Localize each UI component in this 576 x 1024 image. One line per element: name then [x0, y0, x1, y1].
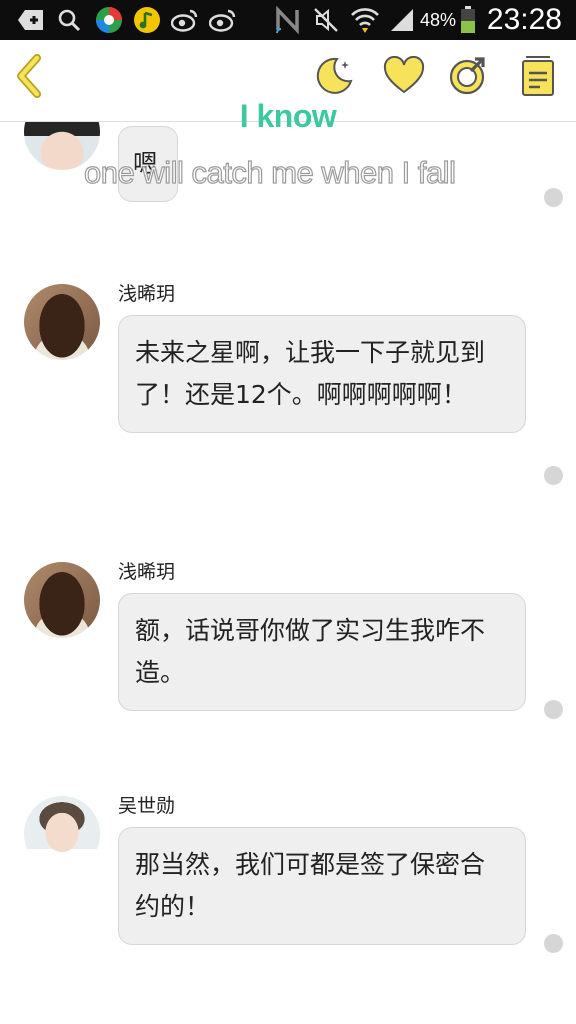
message-bubble: 那当然，我们可都是签了保密合约的！: [118, 827, 526, 945]
back-button[interactable]: [8, 54, 52, 102]
notes-button[interactable]: [516, 56, 560, 100]
night-mode-button[interactable]: [312, 56, 356, 100]
share-icon: [447, 55, 489, 101]
back-icon: [13, 54, 47, 102]
battery-icon: [458, 6, 478, 34]
music-icon: [132, 6, 162, 34]
search-icon: [56, 6, 82, 34]
clock: 23:28: [486, 3, 562, 36]
favorite-icon: [383, 55, 425, 100]
nfc-icon: [274, 6, 302, 34]
app-icon: [94, 6, 124, 34]
avatar[interactable]: [24, 284, 100, 360]
message-status-dot[interactable]: [544, 700, 563, 719]
battery-percent: 48%: [420, 10, 457, 30]
weibo-icon: [208, 6, 238, 34]
message-status-dot[interactable]: [544, 466, 563, 485]
share-button[interactable]: [446, 56, 490, 100]
message-status-dot[interactable]: [544, 934, 563, 953]
weibo-icon: [170, 6, 200, 34]
chat-list: 嗯 浅晞玥 未来之星啊，让我一下子就见到了！还是12个。啊啊啊啊啊！ 浅晞玥 额…: [0, 122, 576, 1024]
wifi-icon: [350, 6, 380, 34]
lyric-line-1: I know: [239, 98, 337, 134]
sender-name: 浅晞玥: [118, 283, 176, 305]
sender-name: 吴世勋: [118, 795, 176, 817]
message-bubble: 未来之星啊，让我一下子就见到了！还是12个。啊啊啊啊啊！: [118, 315, 526, 433]
message-bubble: 额，话说哥你做了实习生我咋不造。: [118, 593, 526, 711]
add-icon: [16, 6, 46, 34]
mute-icon: [312, 6, 340, 34]
avatar[interactable]: [24, 562, 100, 638]
signal-icon: [388, 6, 416, 34]
status-bar: 48% 23:28: [0, 0, 576, 40]
night-mode-icon: [313, 55, 355, 101]
notes-icon: [520, 55, 556, 101]
message-status-dot[interactable]: [544, 188, 563, 207]
sender-name: 浅晞玥: [118, 561, 176, 583]
favorite-button[interactable]: [382, 55, 426, 100]
lyric-line-2: one will catch me when I fall: [83, 154, 456, 190]
avatar[interactable]: [24, 796, 100, 872]
